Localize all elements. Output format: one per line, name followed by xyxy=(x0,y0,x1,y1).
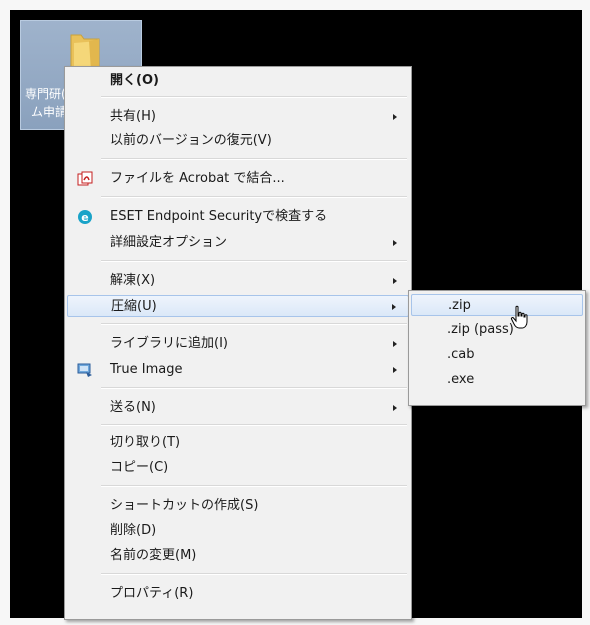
menu-item-compress-label: 圧縮(U) xyxy=(111,299,157,314)
menu-item-true-image[interactable]: True Image xyxy=(67,359,409,381)
menu-item-shortcut-label: ショートカットの作成(S) xyxy=(110,498,259,513)
submenu-arrow-icon xyxy=(393,341,397,347)
menu-separator xyxy=(101,387,407,389)
menu-item-eset-label: ESET Endpoint Securityで検査する xyxy=(110,209,328,224)
menu-item-advanced-label: 詳細設定オプション xyxy=(110,235,228,250)
submenu-item-exe-label: .exe xyxy=(447,372,475,387)
menu-separator xyxy=(101,260,407,262)
menu-item-send-to[interactable]: 送る(N) xyxy=(67,397,409,419)
menu-separator xyxy=(101,196,407,198)
submenu-item-cab-label: .cab xyxy=(447,347,475,362)
submenu-arrow-icon xyxy=(393,405,397,411)
menu-item-compress[interactable]: 圧縮(U) xyxy=(67,295,409,317)
menu-item-copy[interactable]: コピー(C) xyxy=(67,457,409,479)
svg-text:e: e xyxy=(81,211,88,224)
menu-item-restore-previous[interactable]: 以前のバージョンの復元(V) xyxy=(67,130,409,152)
menu-item-rename-label: 名前の変更(M) xyxy=(110,548,197,563)
menu-item-delete-label: 削除(D) xyxy=(110,523,157,538)
compress-submenu: .zip .zip (pass) .cab .exe xyxy=(408,290,586,406)
menu-separator xyxy=(101,323,407,325)
menu-item-send-to-label: 送る(N) xyxy=(110,400,156,415)
submenu-arrow-icon xyxy=(393,367,397,373)
menu-item-add-to-library[interactable]: ライブラリに追加(I) xyxy=(67,333,409,355)
menu-item-true-image-label: True Image xyxy=(110,362,183,377)
submenu-arrow-icon xyxy=(393,278,397,284)
submenu-item-cab[interactable]: .cab xyxy=(411,344,583,366)
hand-pointer-cursor-icon xyxy=(510,305,528,329)
true-image-icon xyxy=(77,363,92,377)
menu-item-extract-label: 解凍(X) xyxy=(110,273,156,288)
submenu-item-exe[interactable]: .exe xyxy=(411,369,583,391)
menu-item-cut-label: 切り取り(T) xyxy=(110,435,181,450)
menu-separator xyxy=(101,573,407,575)
menu-separator xyxy=(101,485,407,487)
menu-item-library-label: ライブラリに追加(I) xyxy=(110,336,228,351)
menu-item-properties[interactable]: プロパティ(R) xyxy=(67,583,409,605)
folder-name-line1: 専門研( xyxy=(25,87,66,101)
menu-item-restore-label: 以前のバージョンの復元(V) xyxy=(110,133,272,148)
menu-separator xyxy=(101,158,407,160)
menu-item-advanced-options[interactable]: 詳細設定オプション xyxy=(67,232,409,254)
menu-item-delete[interactable]: 削除(D) xyxy=(67,520,409,542)
menu-item-cut[interactable]: 切り取り(T) xyxy=(67,432,409,454)
eset-icon: e xyxy=(78,210,92,224)
submenu-arrow-icon xyxy=(393,114,397,120)
menu-separator xyxy=(101,96,407,98)
menu-item-eset-scan[interactable]: e ESET Endpoint Securityで検査する xyxy=(67,206,409,228)
menu-separator xyxy=(101,424,407,426)
submenu-item-zip-pass-label: .zip (pass) xyxy=(447,322,514,337)
menu-item-open-label: 開く(O) xyxy=(110,73,159,88)
submenu-item-zip-label: .zip xyxy=(448,298,471,313)
menu-item-create-shortcut[interactable]: ショートカットの作成(S) xyxy=(67,495,409,517)
menu-item-extract[interactable]: 解凍(X) xyxy=(67,270,409,292)
menu-item-acrobat-label: ファイルを Acrobat で結合... xyxy=(110,171,285,186)
menu-item-properties-label: プロパティ(R) xyxy=(110,586,194,601)
submenu-item-zip-pass[interactable]: .zip (pass) xyxy=(411,319,583,341)
submenu-arrow-icon xyxy=(393,240,397,246)
submenu-item-zip[interactable]: .zip xyxy=(411,294,583,316)
menu-item-acrobat-combine[interactable]: ファイルを Acrobat で結合... xyxy=(67,168,409,190)
menu-item-copy-label: コピー(C) xyxy=(110,460,169,475)
submenu-arrow-icon xyxy=(392,304,396,310)
acrobat-icon xyxy=(77,171,93,186)
menu-item-open[interactable]: 開く(O) xyxy=(67,70,409,92)
menu-item-share-label: 共有(H) xyxy=(110,109,156,124)
context-menu: 開く(O) 共有(H) 以前のバージョンの復元(V) ファイルを Acrobat… xyxy=(64,66,412,620)
menu-item-rename[interactable]: 名前の変更(M) xyxy=(67,545,409,567)
menu-item-share[interactable]: 共有(H) xyxy=(67,106,409,128)
